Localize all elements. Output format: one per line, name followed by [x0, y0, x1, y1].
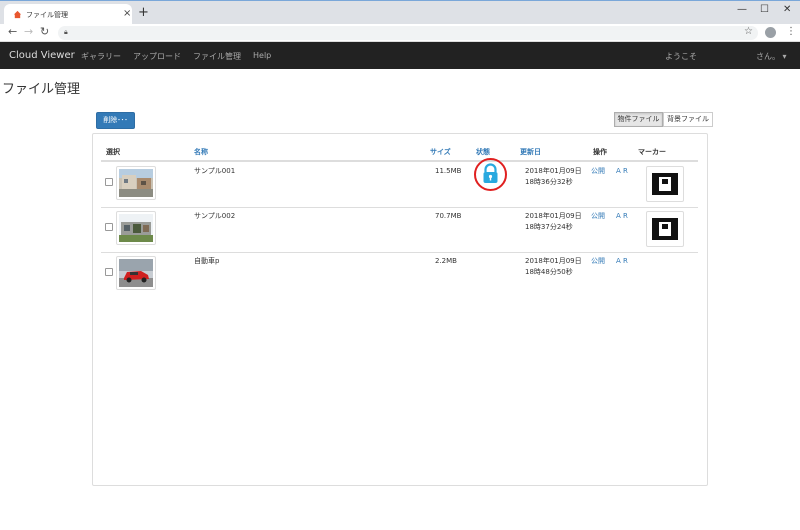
- row-1-checkbox[interactable]: [105, 178, 113, 186]
- column-header-size[interactable]: サイズ: [430, 147, 451, 157]
- locked-status-icon: [474, 158, 507, 191]
- row-divider: [101, 252, 698, 253]
- browser-tab-title: ファイル管理: [26, 11, 68, 19]
- row-3-public-link[interactable]: 公開: [591, 256, 605, 267]
- row-2-thumbnail: [116, 211, 156, 245]
- row-2-ar-link[interactable]: A R: [616, 211, 628, 222]
- ar-marker-icon: [652, 218, 678, 240]
- nav-upload[interactable]: アップロード: [133, 51, 181, 62]
- row-3-size: 2.2MB: [435, 257, 457, 265]
- filter-background-files[interactable]: 背景ファイル: [663, 112, 713, 127]
- row-1-name: サンプル001: [194, 167, 236, 175]
- filter-property-files[interactable]: 物件ファイル: [614, 112, 663, 127]
- header-divider: [101, 160, 698, 162]
- bookmark-star-icon[interactable]: ☆: [744, 26, 753, 37]
- row-1-date: 2018年01月09日: [525, 167, 582, 175]
- user-menu[interactable]: さん。 ▾: [756, 51, 787, 62]
- reload-icon[interactable]: ↻: [40, 25, 49, 38]
- page-title: ファイル管理: [2, 82, 81, 97]
- row-1-ar-link[interactable]: A R: [616, 166, 628, 177]
- welcome-text: ようこそ: [665, 52, 697, 61]
- profile-avatar[interactable]: [765, 27, 776, 38]
- ar-marker-icon: [652, 173, 678, 195]
- row-3-time: 18時48分50秒: [525, 268, 573, 276]
- secure-lock-icon: 🔒︎: [64, 28, 68, 36]
- column-header-status[interactable]: 状態: [476, 147, 490, 157]
- row-2-marker[interactable]: [646, 211, 684, 247]
- forward-icon[interactable]: →: [24, 25, 33, 38]
- row-2-checkbox[interactable]: [105, 223, 113, 231]
- home-favicon-icon: [13, 10, 22, 19]
- row-3-thumbnail: [116, 256, 156, 290]
- row-3-checkbox[interactable]: [105, 268, 113, 276]
- row-1-size: 11.5MB: [435, 167, 462, 175]
- nav-gallery[interactable]: ギャラリー: [81, 51, 121, 62]
- browser-toolbar: ← → ↻ 🔒︎ ☆ ⋮: [0, 24, 800, 42]
- column-header-select: 選択: [106, 148, 120, 156]
- car-photo-icon: [119, 259, 153, 287]
- brand-link[interactable]: Cloud Viewer: [9, 50, 75, 61]
- building-photo-icon: [119, 169, 153, 197]
- close-window-icon[interactable]: ✕: [783, 4, 791, 15]
- minimize-icon[interactable]: —: [737, 4, 747, 15]
- row-3-ar-link[interactable]: A R: [616, 256, 628, 267]
- browser-tab-bar: ファイル管理 × + — ☐ ✕: [0, 0, 800, 25]
- browser-menu-icon[interactable]: ⋮: [786, 26, 796, 37]
- house-photo-icon: [119, 214, 153, 242]
- column-header-name[interactable]: 名称: [194, 147, 208, 157]
- row-2-date: 2018年01月09日: [525, 212, 582, 220]
- delete-button[interactable]: 削除･･･: [96, 112, 135, 129]
- row-3-name: 自動車p: [194, 257, 220, 265]
- row-2-time: 18時37分24秒: [525, 223, 573, 231]
- row-1-thumbnail: [116, 166, 156, 200]
- row-1-time: 18時36分32秒: [525, 178, 573, 186]
- row-2-size: 70.7MB: [435, 212, 462, 220]
- nav-file-management[interactable]: ファイル管理: [193, 51, 241, 62]
- new-tab-button[interactable]: +: [138, 5, 149, 20]
- row-1-public-link[interactable]: 公開: [591, 166, 605, 177]
- column-header-marker: マーカー: [638, 148, 666, 156]
- column-header-actions: 操作: [593, 148, 607, 156]
- address-input[interactable]: 🔒︎: [58, 26, 758, 40]
- nav-help[interactable]: Help: [253, 51, 271, 60]
- back-icon[interactable]: ←: [8, 25, 17, 38]
- row-3-date: 2018年01月09日: [525, 257, 582, 265]
- row-1-marker[interactable]: [646, 166, 684, 202]
- row-2-public-link[interactable]: 公開: [591, 211, 605, 222]
- app-navbar: Cloud Viewer ギャラリー アップロード ファイル管理 Help よう…: [0, 42, 800, 69]
- row-divider: [101, 207, 698, 208]
- close-tab-icon[interactable]: ×: [123, 8, 131, 19]
- row-2-name: サンプル002: [194, 212, 236, 220]
- maximize-icon[interactable]: ☐: [760, 4, 769, 15]
- file-table-panel: [92, 133, 708, 486]
- column-header-updated[interactable]: 更新日: [520, 147, 541, 157]
- browser-tab[interactable]: ファイル管理 ×: [4, 4, 132, 25]
